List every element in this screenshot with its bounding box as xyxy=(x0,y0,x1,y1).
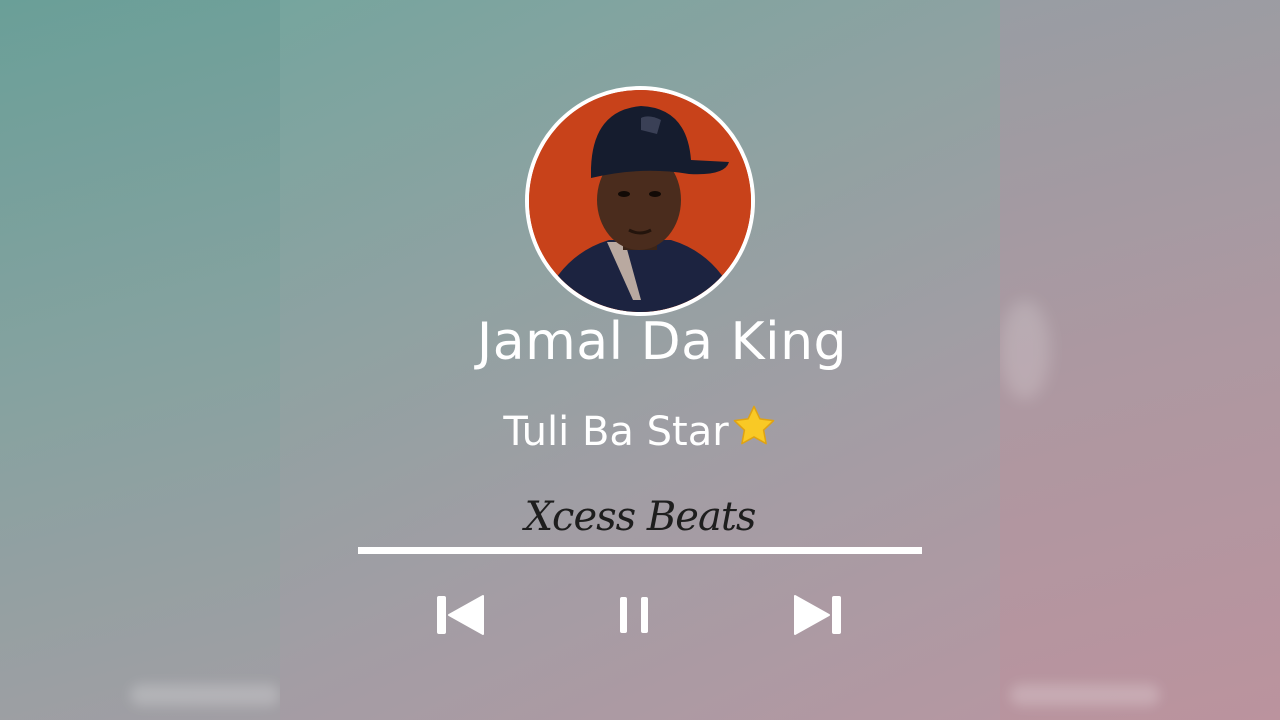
song-title-text: Tuli Ba Star xyxy=(503,409,729,455)
pause-icon xyxy=(620,597,648,633)
pause-button[interactable] xyxy=(613,592,663,638)
star-icon xyxy=(731,403,777,459)
song-title: Tuli Ba Star xyxy=(280,403,1000,459)
background-glow xyxy=(130,684,280,706)
skip-previous-icon xyxy=(437,595,484,635)
skip-next-icon xyxy=(794,595,841,635)
music-player-card: Jamal Da King Tuli Ba Star Xcess Beats xyxy=(280,0,1000,720)
previous-button[interactable] xyxy=(435,592,485,638)
producer-credit: Xcess Beats xyxy=(524,494,757,540)
progress-fill xyxy=(358,547,922,554)
background-glow xyxy=(1010,684,1160,706)
artist-avatar xyxy=(525,86,755,316)
next-button[interactable] xyxy=(793,592,843,638)
progress-bar[interactable] xyxy=(358,547,922,554)
artist-name: Jamal Da King xyxy=(476,312,848,372)
blurred-background-left xyxy=(0,0,280,720)
artist-photo xyxy=(529,90,751,312)
